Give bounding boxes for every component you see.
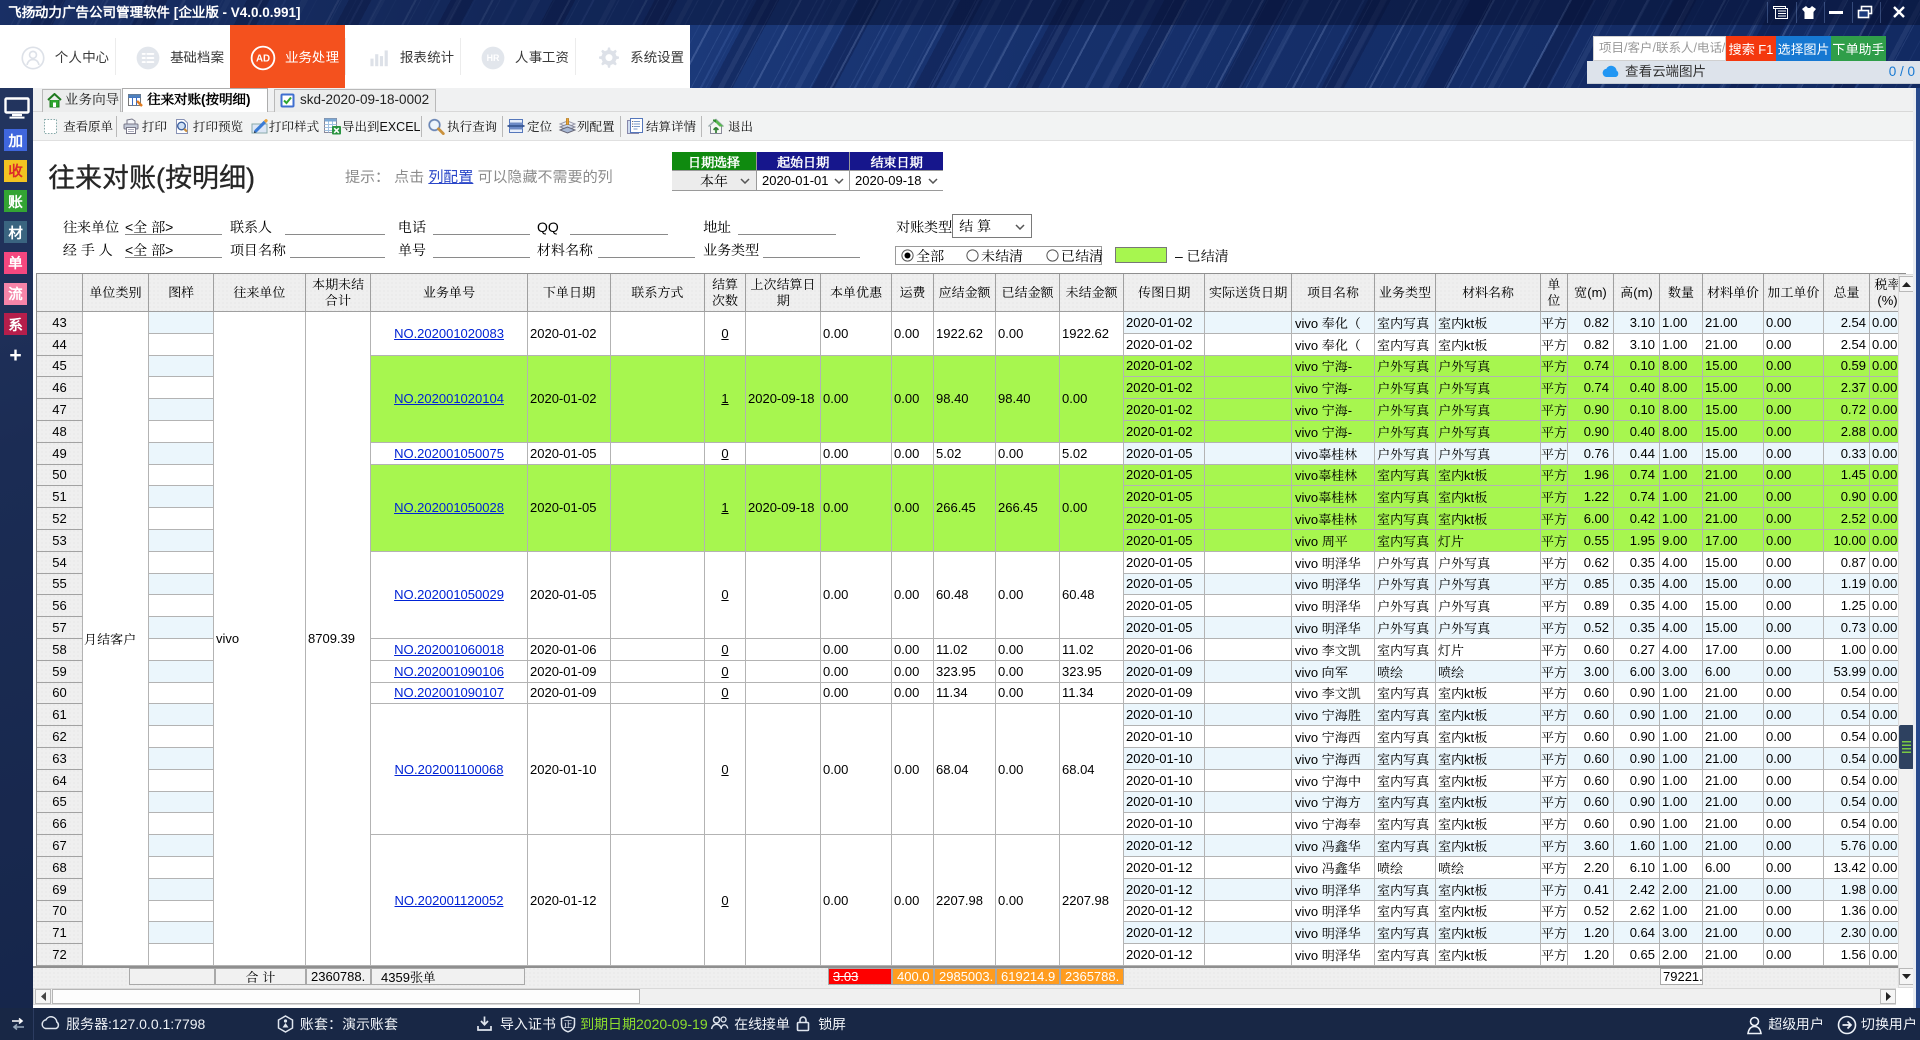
svg-text:HR: HR [487, 53, 500, 63]
svg-text:AD: AD [256, 54, 270, 65]
svg-text:正: 正 [563, 1020, 572, 1030]
